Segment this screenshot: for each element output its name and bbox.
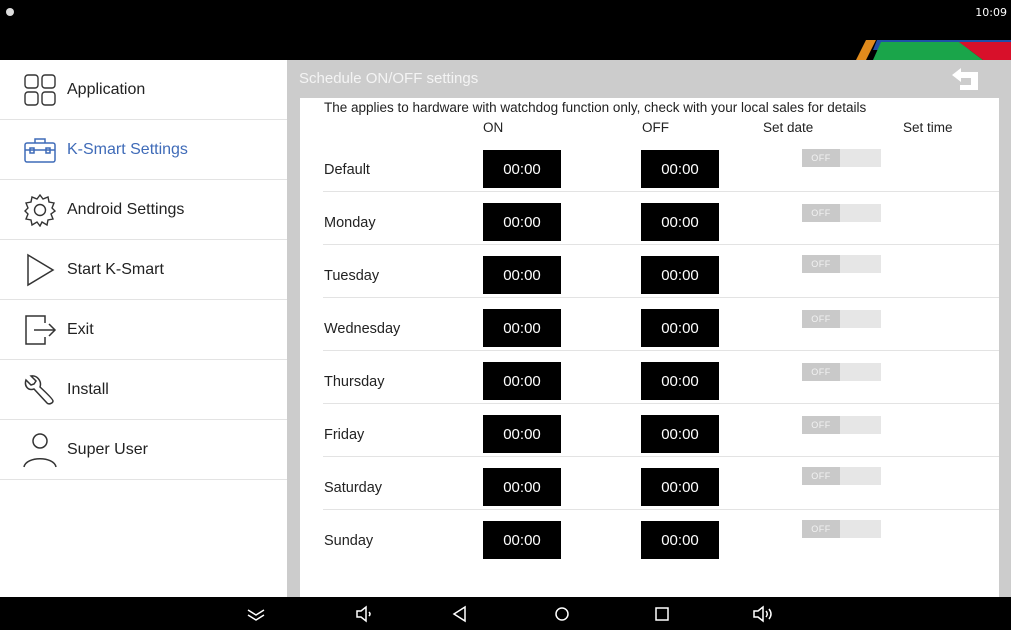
schedule-row-default: Default 00:00 00:00 OFF xyxy=(323,138,999,192)
sidebar-item-application[interactable]: Application xyxy=(0,60,287,120)
on-time-field[interactable]: 00:00 xyxy=(483,150,561,188)
day-label: Default xyxy=(324,162,370,178)
schedule-row-saturday: Saturday 00:00 00:00 OFF xyxy=(323,456,999,510)
on-time-field[interactable]: 00:00 xyxy=(483,203,561,241)
schedule-toggle[interactable]: OFF xyxy=(802,255,881,273)
on-time-field[interactable]: 00:00 xyxy=(483,256,561,294)
schedule-panel: Schedule ON/OFF settings The applies to … xyxy=(287,60,1011,597)
sidebar-item-label: Start K-Smart xyxy=(67,260,164,278)
sidebar-item-label: Exit xyxy=(67,320,94,338)
back-arrow-icon[interactable] xyxy=(949,66,981,92)
schedule-toggle[interactable]: OFF xyxy=(802,363,881,381)
recents-icon[interactable] xyxy=(652,604,672,624)
user-icon xyxy=(22,432,58,468)
sidebar-item-start-k-smart[interactable]: Start K-Smart xyxy=(0,240,287,300)
sidebar-item-label: Application xyxy=(67,80,146,98)
volume-down-icon[interactable] xyxy=(355,604,375,624)
schedule-toggle[interactable]: OFF xyxy=(802,520,881,538)
schedule-toggle[interactable]: OFF xyxy=(802,149,881,167)
schedule-toggle[interactable]: OFF xyxy=(802,467,881,485)
schedule-card: The applies to hardware with watchdog fu… xyxy=(300,98,999,597)
collapse-icon[interactable] xyxy=(246,604,266,624)
toggle-label: OFF xyxy=(802,204,840,222)
toggle-label: OFF xyxy=(802,416,840,434)
play-icon xyxy=(22,252,58,288)
toggle-label: OFF xyxy=(802,363,840,381)
sidebar-item-install[interactable]: Install xyxy=(0,360,287,420)
sidebar-item-label: K-Smart Settings xyxy=(67,140,188,158)
home-icon[interactable] xyxy=(552,604,572,624)
status-clock: 10:09 xyxy=(975,6,1007,19)
off-time-field[interactable]: 00:00 xyxy=(641,256,719,294)
day-label: Saturday xyxy=(324,480,383,496)
schedule-row-tuesday: Tuesday 00:00 00:00 OFF xyxy=(323,244,999,298)
grid-icon xyxy=(22,72,58,108)
day-label: Thursday xyxy=(324,374,385,390)
schedule-toggle[interactable]: OFF xyxy=(802,204,881,222)
day-label: Monday xyxy=(324,215,376,231)
sidebar: Application K-Smart Settings Android Set… xyxy=(0,60,287,597)
schedule-row-wednesday: Wednesday 00:00 00:00 OFF xyxy=(323,297,999,351)
toggle-label: OFF xyxy=(802,255,840,273)
back-icon[interactable] xyxy=(450,604,470,624)
off-time-field[interactable]: 00:00 xyxy=(641,309,719,347)
off-time-field[interactable]: 00:00 xyxy=(641,415,719,453)
day-label: Wednesday xyxy=(324,321,401,337)
brand-stripes-icon xyxy=(856,40,1011,60)
sidebar-item-label: Super User xyxy=(67,440,148,458)
schedule-row-monday: Monday 00:00 00:00 OFF xyxy=(323,191,999,245)
sidebar-item-label: Install xyxy=(67,380,109,398)
exit-icon xyxy=(22,312,58,348)
on-time-field[interactable]: 00:00 xyxy=(483,521,561,559)
off-time-field[interactable]: 00:00 xyxy=(641,150,719,188)
day-label: Friday xyxy=(324,427,365,443)
schedule-toggle[interactable]: OFF xyxy=(802,416,881,434)
schedule-row-friday: Friday 00:00 00:00 OFF xyxy=(323,403,999,457)
column-header-on: ON xyxy=(483,120,504,135)
toggle-label: OFF xyxy=(802,149,840,167)
on-time-field[interactable]: 00:00 xyxy=(483,415,561,453)
page-title: Schedule ON/OFF settings xyxy=(299,70,479,87)
on-time-field[interactable]: 00:00 xyxy=(483,362,561,400)
toggle-label: OFF xyxy=(802,467,840,485)
volume-up-icon[interactable] xyxy=(753,604,773,624)
sidebar-item-exit[interactable]: Exit xyxy=(0,300,287,360)
off-time-field[interactable]: 00:00 xyxy=(641,521,719,559)
column-header-set-time: Set time xyxy=(903,120,953,135)
schedule-row-thursday: Thursday 00:00 00:00 OFF xyxy=(323,350,999,404)
sidebar-item-super-user[interactable]: Super User xyxy=(0,420,287,480)
off-time-field[interactable]: 00:00 xyxy=(641,203,719,241)
status-bar: 10:09 xyxy=(0,0,1011,60)
gear-icon xyxy=(22,192,58,228)
day-label: Tuesday xyxy=(324,268,380,284)
sidebar-item-label: Android Settings xyxy=(67,200,185,218)
on-time-field[interactable]: 00:00 xyxy=(483,309,561,347)
off-time-field[interactable]: 00:00 xyxy=(641,468,719,506)
sidebar-item-android-settings[interactable]: Android Settings xyxy=(0,180,287,240)
toggle-label: OFF xyxy=(802,310,840,328)
off-time-field[interactable]: 00:00 xyxy=(641,362,719,400)
navigation-bar xyxy=(0,597,1011,630)
toolbox-icon xyxy=(22,132,58,168)
schedule-row-sunday: Sunday 00:00 00:00 OFF xyxy=(323,509,999,562)
wrench-icon xyxy=(22,372,58,408)
sidebar-item-k-smart-settings[interactable]: K-Smart Settings xyxy=(0,120,287,180)
day-label: Sunday xyxy=(324,533,374,549)
notification-icon xyxy=(6,8,14,16)
column-header-off: OFF xyxy=(642,120,669,135)
on-time-field[interactable]: 00:00 xyxy=(483,468,561,506)
column-header-set-date: Set date xyxy=(763,120,814,135)
watchdog-notice: The applies to hardware with watchdog fu… xyxy=(324,100,867,115)
schedule-toggle[interactable]: OFF xyxy=(802,310,881,328)
toggle-label: OFF xyxy=(802,520,840,538)
